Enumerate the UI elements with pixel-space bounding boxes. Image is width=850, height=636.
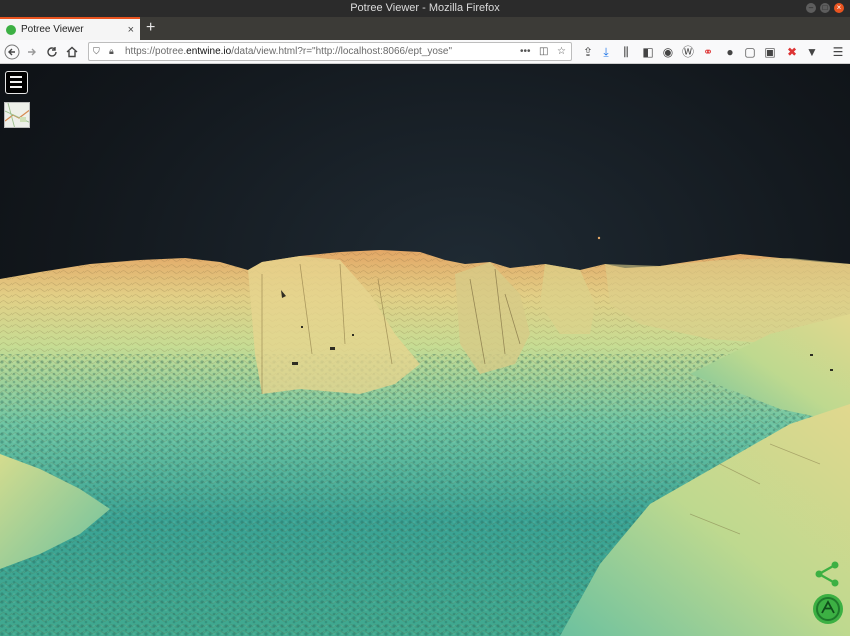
extension-8-icon[interactable]: ▼ [804, 44, 820, 60]
sync-icon[interactable]: ⇪ [580, 44, 596, 60]
address-bar[interactable]: ⛉ 🔒︎ https://potree.entwine.io/data/view… [88, 42, 572, 61]
tracking-shield-icon[interactable]: ⛉ [93, 43, 100, 60]
share-icon [815, 561, 839, 587]
tab-potree-viewer[interactable]: Potree Viewer × [0, 17, 140, 40]
extension-5-icon[interactable]: ▢ [742, 44, 758, 60]
close-window-button[interactable]: × [834, 3, 844, 13]
potree-logo-icon [813, 594, 843, 624]
reload-icon [47, 47, 57, 57]
pointcloud-viewport[interactable] [0, 64, 850, 636]
navigation-bar: ⛉ 🔒︎ https://potree.entwine.io/data/view… [0, 40, 850, 64]
extension-6-icon[interactable]: ▣ [762, 44, 778, 60]
window-title: Potree Viewer - Mozilla Firefox [350, 2, 500, 14]
forward-arrow-icon [28, 48, 36, 56]
back-button[interactable] [4, 44, 20, 60]
map-icon [5, 103, 29, 127]
share-button[interactable] [813, 560, 841, 588]
extension-1-icon[interactable]: ◉ [660, 44, 676, 60]
window-titlebar: Potree Viewer - Mozilla Firefox – □ × [0, 0, 850, 17]
sidebar-menu-button[interactable] [5, 71, 28, 94]
library-icon[interactable]: ⫼ [618, 44, 634, 60]
reload-button[interactable] [44, 44, 60, 60]
home-icon [66, 46, 78, 58]
home-button[interactable] [64, 44, 80, 60]
minimize-button[interactable]: – [806, 3, 816, 13]
maximize-button[interactable]: □ [820, 3, 830, 13]
tab-bar: Potree Viewer × + [0, 17, 850, 40]
map-toggle-button[interactable] [4, 102, 30, 128]
extension-7-icon[interactable]: ✖ [784, 44, 800, 60]
hamburger-menu-icon [10, 76, 22, 78]
lock-icon[interactable]: 🔒︎ [109, 43, 114, 60]
potree-favicon-icon [6, 24, 16, 35]
potree-logo-button[interactable] [812, 593, 844, 625]
tab-label: Potree Viewer [21, 24, 84, 35]
extension-3-icon[interactable]: ⚭ [700, 44, 716, 60]
forward-button[interactable] [24, 44, 40, 60]
sidebar-icon[interactable]: ◧ [640, 44, 656, 60]
download-icon[interactable]: ⤓ [598, 44, 614, 60]
url-text[interactable]: https://potree.entwine.io/data/view.html… [125, 43, 452, 60]
new-tab-button[interactable]: + [146, 19, 155, 37]
tab-close-button[interactable]: × [128, 24, 134, 36]
page-actions-icon[interactable]: ••• [520, 43, 531, 60]
back-arrow-icon [4, 44, 20, 60]
app-menu-icon[interactable]: ☰ [830, 44, 846, 60]
extension-4-icon[interactable]: ● [722, 44, 738, 60]
bookmark-star-icon[interactable]: ☆ [557, 43, 566, 60]
pocket-icon[interactable]: ◫ [539, 43, 548, 60]
extension-2-icon[interactable]: Ⓦ [680, 44, 696, 60]
